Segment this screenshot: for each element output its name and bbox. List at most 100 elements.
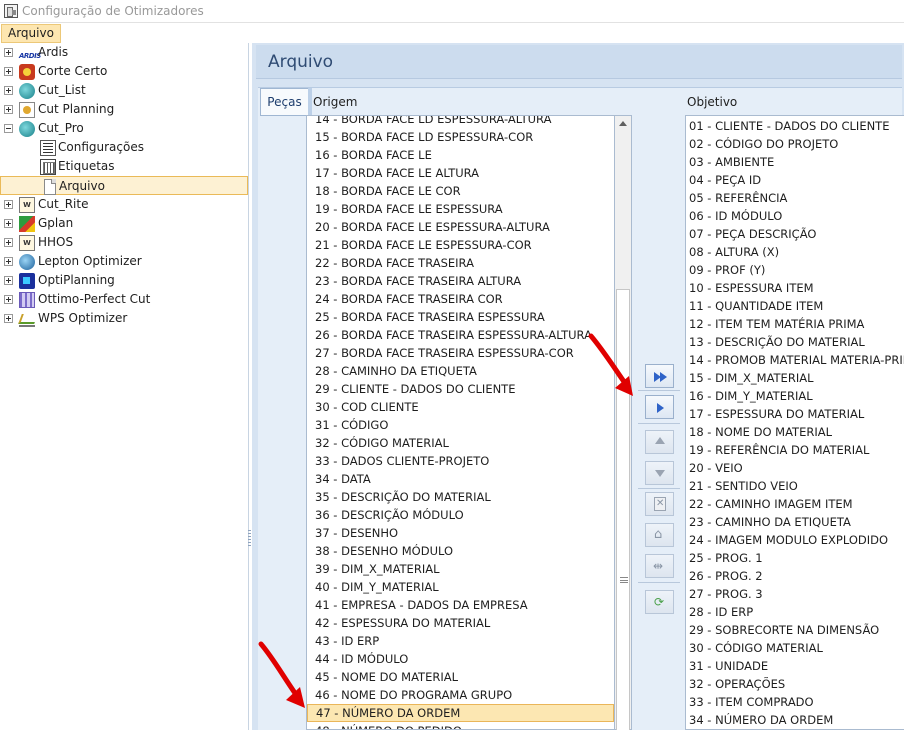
menu-arquivo[interactable]: Arquivo <box>1 24 61 43</box>
target-list-item[interactable]: 07 - PEÇA DESCRIÇÃO <box>686 225 904 243</box>
origin-list-item[interactable]: 25 - BORDA FACE TRASEIRA ESPESSURA <box>307 308 614 326</box>
origin-list-item[interactable]: 18 - BORDA FACE LE COR <box>307 182 614 200</box>
move-down-button[interactable] <box>645 461 674 485</box>
splitter-handle[interactable] <box>248 530 251 546</box>
origin-list-item[interactable]: 40 - DIM_Y_MATERIAL <box>307 578 614 596</box>
expand-icon[interactable] <box>4 67 13 76</box>
target-list-item[interactable]: 19 - REFERÊNCIA DO MATERIAL <box>686 441 904 459</box>
target-list-item[interactable]: 26 - PROG. 2 <box>686 567 904 585</box>
tree-item-etiquetas[interactable]: Etiquetas <box>0 157 248 176</box>
add-selected-button[interactable] <box>645 395 674 419</box>
add-all-button[interactable] <box>645 364 674 388</box>
target-list-item[interactable]: 24 - IMAGEM MODULO EXPLODIDO <box>686 531 904 549</box>
tree-item-gplan[interactable]: Gplan <box>0 214 248 233</box>
target-list-item[interactable]: 10 - ESPESSURA ITEM <box>686 279 904 297</box>
target-list-item[interactable]: 01 - CLIENTE - DADOS DO CLIENTE <box>686 117 904 135</box>
origin-list-item[interactable]: 19 - BORDA FACE LE ESPESSURA <box>307 200 614 218</box>
scroll-up-icon[interactable] <box>615 116 631 132</box>
expand-icon[interactable] <box>4 276 13 285</box>
expand-icon[interactable] <box>4 295 13 304</box>
target-list-item[interactable]: 16 - DIM_Y_MATERIAL <box>686 387 904 405</box>
target-list-item[interactable]: 12 - ITEM TEM MATÉRIA PRIMA <box>686 315 904 333</box>
origin-list-item[interactable]: 28 - CAMINHO DA ETIQUETA <box>307 362 614 380</box>
target-list-item[interactable]: 15 - DIM_X_MATERIAL <box>686 369 904 387</box>
tree-item-lepton-optimizer[interactable]: Lepton Optimizer <box>0 252 248 271</box>
origin-list-item[interactable]: 17 - BORDA FACE LE ALTURA <box>307 164 614 182</box>
origin-list-item[interactable]: 16 - BORDA FACE LE <box>307 146 614 164</box>
origin-list[interactable]: 14 - BORDA FACE LD ESPESSURA-ALTURA 15 - … <box>306 115 615 730</box>
target-list-item[interactable]: 22 - CAMINHO IMAGEM ITEM <box>686 495 904 513</box>
target-list-item[interactable]: 04 - PEÇA ID <box>686 171 904 189</box>
target-list-item[interactable]: 17 - ESPESSURA DO MATERIAL <box>686 405 904 423</box>
expand-icon[interactable] <box>4 314 13 323</box>
tree-item-hhos[interactable]: W HHOS <box>0 233 248 252</box>
origin-list-item[interactable]: 15 - BORDA FACE LD ESPESSURA-COR <box>307 128 614 146</box>
origin-list-item[interactable]: 42 - ESPESSURA DO MATERIAL <box>307 614 614 632</box>
origin-list-item[interactable]: 27 - BORDA FACE TRASEIRA ESPESSURA-COR <box>307 344 614 362</box>
origin-list-item[interactable]: 41 - EMPRESA - DADOS DA EMPRESA <box>307 596 614 614</box>
collapse-icon[interactable] <box>4 124 13 133</box>
target-list-item[interactable]: 09 - PROF (Y) <box>686 261 904 279</box>
target-list-item[interactable]: 29 - SOBRECORTE NA DIMENSÃO <box>686 621 904 639</box>
origin-list-item[interactable]: 36 - DESCRIÇÃO MÓDULO <box>307 506 614 524</box>
origin-list-item[interactable]: 23 - BORDA FACE TRASEIRA ALTURA <box>307 272 614 290</box>
tree-item-cut-planning[interactable]: Cut Planning <box>0 100 248 119</box>
target-list-item[interactable]: 21 - SENTIDO VEIO <box>686 477 904 495</box>
split-button[interactable]: ⇹ <box>645 554 674 578</box>
origin-list-item[interactable]: 32 - CÓDIGO MATERIAL <box>307 434 614 452</box>
resize-grip[interactable] <box>620 577 628 583</box>
refresh-button[interactable]: ⟳ <box>645 590 674 614</box>
tree-item-wps-optimizer[interactable]: WPS Optimizer <box>0 309 248 328</box>
target-list-item[interactable]: 23 - CAMINHO DA ETIQUETA <box>686 513 904 531</box>
edit-button[interactable]: ⌂ <box>645 523 674 547</box>
tree-item-cut-pro[interactable]: Cut_Pro <box>0 119 248 138</box>
target-list-item[interactable]: 05 - REFERÊNCIA <box>686 189 904 207</box>
target-list-item[interactable]: 28 - ID ERP <box>686 603 904 621</box>
expand-icon[interactable] <box>4 257 13 266</box>
target-list-item[interactable]: 02 - CÓDIGO DO PROJETO <box>686 135 904 153</box>
target-list-item[interactable]: 18 - NOME DO MATERIAL <box>686 423 904 441</box>
origin-list-item[interactable]: 44 - ID MÓDULO <box>307 650 614 668</box>
tree-item-cut-list[interactable]: Cut_List <box>0 81 248 100</box>
origin-list-item[interactable]: 35 - DESCRIÇÃO DO MATERIAL <box>307 488 614 506</box>
origin-list-item[interactable]: 48 - NÚMERO DO PEDIDO <box>307 722 614 729</box>
target-list-item[interactable]: 03 - AMBIENTE <box>686 153 904 171</box>
expand-icon[interactable] <box>4 105 13 114</box>
tree-item-optiplanning[interactable]: OptiPlanning <box>0 271 248 290</box>
expand-icon[interactable] <box>4 238 13 247</box>
origin-list-item[interactable]: 34 - DATA <box>307 470 614 488</box>
move-up-button[interactable] <box>645 430 674 454</box>
origin-list-item[interactable]: 26 - BORDA FACE TRASEIRA ESPESSURA-ALTUR… <box>307 326 614 344</box>
origin-list-item[interactable]: 20 - BORDA FACE LE ESPESSURA-ALTURA <box>307 218 614 236</box>
origin-list-item[interactable]: 21 - BORDA FACE LE ESPESSURA-COR <box>307 236 614 254</box>
origin-list-item[interactable]: 29 - CLIENTE - DADOS DO CLIENTE <box>307 380 614 398</box>
target-list-item[interactable]: 34 - NÚMERO DA ORDEM <box>686 711 904 729</box>
expand-icon[interactable] <box>4 86 13 95</box>
remove-button[interactable]: ✕ <box>645 492 674 516</box>
target-list-item[interactable]: 20 - VEIO <box>686 459 904 477</box>
origin-list-item[interactable]: 45 - NOME DO MATERIAL <box>307 668 614 686</box>
target-list-item[interactable]: 25 - PROG. 1 <box>686 549 904 567</box>
target-list-item[interactable]: 30 - CÓDIGO MATERIAL <box>686 639 904 657</box>
target-list[interactable]: 01 - CLIENTE - DADOS DO CLIENTE 02 - CÓDI… <box>685 115 904 730</box>
origin-list-item[interactable]: 31 - CÓDIGO <box>307 416 614 434</box>
tree-item-cut-rite[interactable]: W Cut_Rite <box>0 195 248 214</box>
target-list-item[interactable]: 11 - QUANTIDADE ITEM <box>686 297 904 315</box>
origin-list-item[interactable]: 39 - DIM_X_MATERIAL <box>307 560 614 578</box>
target-list-item[interactable]: 31 - UNIDADE <box>686 657 904 675</box>
target-list-item[interactable]: 33 - ITEM COMPRADO <box>686 693 904 711</box>
origin-list-item[interactable]: 33 - DADOS CLIENTE-PROJETO <box>307 452 614 470</box>
origin-scrollbar[interactable] <box>615 115 632 730</box>
target-list-item[interactable]: 08 - ALTURA (X) <box>686 243 904 261</box>
tree-item-ardis[interactable]: ARDIS Ardis <box>0 43 248 62</box>
origin-list-item[interactable]: 30 - COD CLIENTE <box>307 398 614 416</box>
origin-list-item[interactable]: 46 - NOME DO PROGRAMA GRUPO <box>307 686 614 704</box>
target-list-item[interactable]: 14 - PROMOB MATERIAL MATERIA-PRIMA <box>686 351 904 369</box>
origin-list-item[interactable]: 24 - BORDA FACE TRASEIRA COR <box>307 290 614 308</box>
tab-pecas[interactable]: Peças <box>260 88 308 116</box>
origin-list-item[interactable]: 14 - BORDA FACE LD ESPESSURA-ALTURA <box>307 116 614 128</box>
target-list-item[interactable]: 13 - DESCRIÇÃO DO MATERIAL <box>686 333 904 351</box>
tree-item-corte-certo[interactable]: Corte Certo <box>0 62 248 81</box>
tree-item-configura-es[interactable]: Configurações <box>0 138 248 157</box>
origin-list-item[interactable]: 47 - NÚMERO DA ORDEM <box>307 704 614 722</box>
